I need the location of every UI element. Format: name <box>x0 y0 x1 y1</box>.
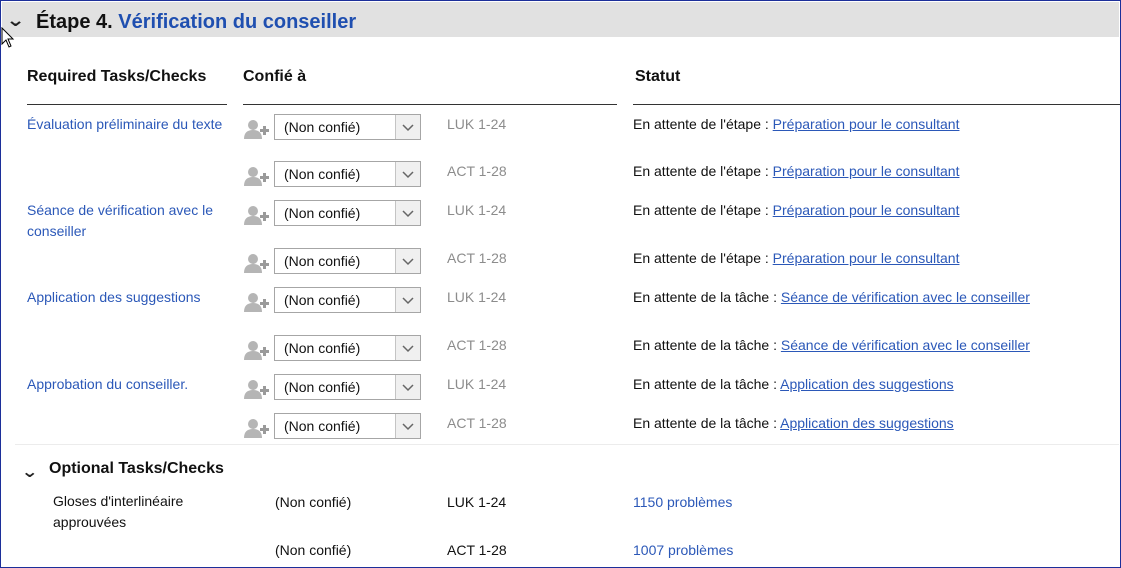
problems-link[interactable]: 1150 problèmes <box>633 494 732 510</box>
status-prefix: En attente de la tâche : <box>633 376 777 392</box>
dropdown-arrow-icon[interactable] <box>395 375 420 399</box>
dropdown-arrow-icon[interactable] <box>395 162 420 186</box>
scripture-reference: ACT 1-28 <box>447 250 507 266</box>
assignee-value: (Non confié) <box>275 542 352 558</box>
assignee-value: (Non confié) <box>284 166 361 182</box>
dropdown-arrow-icon[interactable] <box>395 336 420 360</box>
assignee-value: (Non confié) <box>284 379 361 395</box>
status-text: En attente de l'étape : Préparation pour… <box>633 116 959 132</box>
status-text: En attente de l'étape : Préparation pour… <box>633 163 959 179</box>
column-rule-status <box>633 104 1120 105</box>
status-text: En attente de la tâche : Application des… <box>633 376 954 392</box>
status-text: En attente de l'étape : Préparation pour… <box>633 202 959 218</box>
status-text: En attente de l'étape : Préparation pour… <box>633 250 959 266</box>
column-header-assigned: Confié à <box>243 68 307 85</box>
dropdown-arrow-icon[interactable] <box>395 201 420 225</box>
stage-header[interactable]: ⌄ Étape 4. Vérification du conseiller <box>2 2 1119 37</box>
status-link[interactable]: Préparation pour le consultant <box>773 163 960 179</box>
assignee-dropdown[interactable]: (Non confié) <box>274 287 421 313</box>
add-user-icon[interactable] <box>244 119 270 139</box>
task-name-link[interactable]: Séance de vérification avec le conseille… <box>27 200 227 242</box>
scripture-reference: LUK 1-24 <box>447 289 507 305</box>
dropdown-arrow-icon[interactable] <box>395 115 420 139</box>
optional-task-name: Gloses d'interlinéaire approuvées <box>53 493 184 530</box>
assignee-dropdown[interactable]: (Non confié) <box>274 374 421 400</box>
stage-title: Étape 4. Vérification du conseiller <box>36 11 356 34</box>
status-link[interactable]: Séance de vérification avec le conseille… <box>781 289 1030 305</box>
section-divider <box>15 444 1119 445</box>
status-link[interactable]: Préparation pour le consultant <box>773 250 960 266</box>
column-header-status: Statut <box>635 68 681 85</box>
assignee-value: (Non confié) <box>284 340 361 356</box>
status-text: En attente de la tâche : Séance de vérif… <box>633 337 1030 353</box>
status-prefix: En attente de l'étape : <box>633 116 769 132</box>
assignee-value: (Non confié) <box>275 494 352 510</box>
scripture-reference: ACT 1-28 <box>447 542 507 558</box>
stage-name: Vérification du conseiller <box>118 11 357 33</box>
assignee-dropdown[interactable]: (Non confié) <box>274 335 421 361</box>
dropdown-arrow-icon[interactable] <box>395 414 420 438</box>
mouse-pointer-icon <box>1 27 15 48</box>
optional-section-title[interactable]: Optional Tasks/Checks <box>49 460 224 478</box>
assignee-value: (Non confié) <box>284 205 361 221</box>
column-header-tasks: Required Tasks/Checks <box>27 68 207 85</box>
status-link[interactable]: Application des suggestions <box>780 415 954 431</box>
add-user-icon[interactable] <box>244 340 270 360</box>
scripture-reference: LUK 1-24 <box>447 116 507 132</box>
column-rule-assigned <box>243 104 617 105</box>
add-user-icon[interactable] <box>244 205 270 225</box>
assignee-value: (Non confié) <box>284 292 361 308</box>
status-link[interactable]: Séance de vérification avec le conseille… <box>781 337 1030 353</box>
scripture-reference: ACT 1-28 <box>447 415 507 431</box>
status-text: En attente de la tâche : Séance de vérif… <box>633 289 1030 305</box>
status-prefix: En attente de l'étape : <box>633 163 769 179</box>
add-user-icon[interactable] <box>244 253 270 273</box>
task-name-link[interactable]: Approbation du conseiller. <box>27 374 227 395</box>
stage-panel: ⌄ Étape 4. Vérification du conseiller Re… <box>0 0 1121 568</box>
add-user-icon[interactable] <box>244 166 270 186</box>
assignee-dropdown[interactable]: (Non confié) <box>274 200 421 226</box>
optional-collapse-chevron-icon[interactable]: ⌄ <box>21 462 38 482</box>
add-user-icon[interactable] <box>244 292 270 312</box>
assignee-dropdown[interactable]: (Non confié) <box>274 114 421 140</box>
status-link[interactable]: Préparation pour le consultant <box>773 202 960 218</box>
status-link[interactable]: Préparation pour le consultant <box>773 116 960 132</box>
assignee-dropdown[interactable]: (Non confié) <box>274 248 421 274</box>
task-name-link[interactable]: Application des suggestions <box>27 287 227 308</box>
add-user-icon[interactable] <box>244 379 270 399</box>
scripture-reference: ACT 1-28 <box>447 337 507 353</box>
status-prefix: En attente de la tâche : <box>633 289 777 305</box>
status-prefix: En attente de la tâche : <box>633 337 777 353</box>
add-user-icon[interactable] <box>244 418 270 438</box>
task-name-link[interactable]: Évaluation préliminaire du texte <box>27 114 227 135</box>
dropdown-arrow-icon[interactable] <box>395 249 420 273</box>
status-prefix: En attente de l'étape : <box>633 202 769 218</box>
column-rule-tasks <box>27 104 227 105</box>
assignee-value: (Non confié) <box>284 119 361 135</box>
dropdown-arrow-icon[interactable] <box>395 288 420 312</box>
status-prefix: En attente de l'étape : <box>633 250 769 266</box>
assignee-dropdown[interactable]: (Non confié) <box>274 413 421 439</box>
assignee-dropdown[interactable]: (Non confié) <box>274 161 421 187</box>
status-text: En attente de la tâche : Application des… <box>633 415 954 431</box>
assignee-value: (Non confié) <box>284 253 361 269</box>
scripture-reference: LUK 1-24 <box>447 202 507 218</box>
stage-number: Étape 4. <box>36 11 113 33</box>
scripture-reference: LUK 1-24 <box>447 376 507 392</box>
scripture-reference: ACT 1-28 <box>447 163 507 179</box>
scripture-reference: LUK 1-24 <box>447 494 507 510</box>
assignee-value: (Non confié) <box>284 418 361 434</box>
problems-link[interactable]: 1007 problèmes <box>633 542 733 558</box>
status-prefix: En attente de la tâche : <box>633 415 777 431</box>
status-link[interactable]: Application des suggestions <box>780 376 954 392</box>
